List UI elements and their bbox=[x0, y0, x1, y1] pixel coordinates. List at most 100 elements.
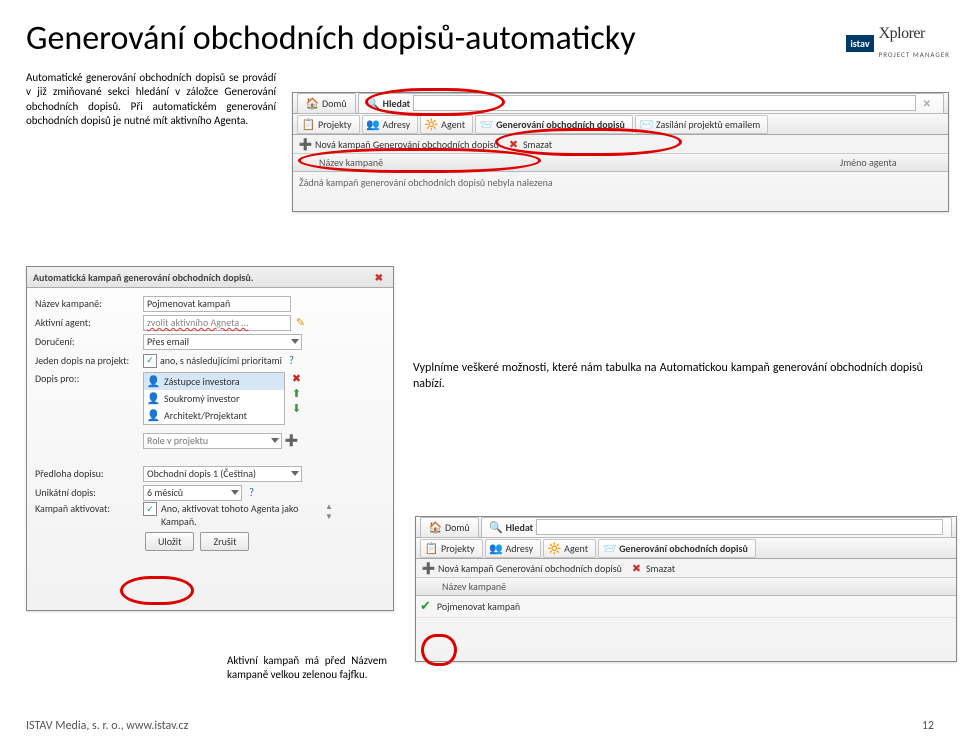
checkmark-icon: ✔ bbox=[420, 599, 431, 614]
toolbar-projekty[interactable]: 📋Projekty bbox=[420, 539, 483, 558]
select-unikatni[interactable]: 6 měsíců bbox=[143, 485, 242, 501]
label-aktivovat: Kampaň aktivovat: bbox=[35, 502, 143, 515]
label-predloha: Předloha dopisu: bbox=[35, 467, 143, 480]
toolbar-adresy[interactable]: 👥Adresy bbox=[485, 539, 542, 558]
bot-subbar: ➕Nová kampaň Generování obchodních dopis… bbox=[416, 559, 956, 578]
checkbox-jeden[interactable]: ✓ bbox=[143, 354, 157, 368]
col-nazev: Název kampaně bbox=[315, 156, 836, 169]
toolbar-generovani[interactable]: 📨Generování obchodních dopisů bbox=[475, 115, 633, 134]
agent-icon: 🔆 bbox=[548, 542, 561, 555]
select-doruceni[interactable]: Přes email bbox=[143, 334, 302, 350]
top-table-header: Název kampaně Jméno agenta bbox=[293, 154, 948, 172]
listbox-dopispro[interactable]: 👤Zástupce investora 👤Soukromý investor 👤… bbox=[143, 372, 285, 425]
move-up-icon[interactable]: ⬆ bbox=[290, 387, 303, 400]
list-item[interactable]: 👤Architekt/Projektant bbox=[144, 407, 284, 424]
toolbar-adresy[interactable]: 👥Adresy bbox=[362, 115, 419, 134]
search-input[interactable] bbox=[536, 519, 943, 535]
top-panel: 🏠Domů 🔍Hledat✕ 📋Projekty 👥Adresy 🔆Agent … bbox=[292, 92, 949, 212]
edit-icon[interactable]: ✎ bbox=[294, 316, 307, 329]
brand-logo: istav Xplorer PROJECT MANAGER bbox=[846, 24, 950, 62]
toolbar-agent[interactable]: 🔆Agent bbox=[420, 115, 473, 134]
label-jeden: Jeden dopis na projekt: bbox=[35, 354, 143, 367]
projects-icon: 📋 bbox=[425, 542, 438, 555]
save-button[interactable]: Uložit bbox=[145, 532, 194, 551]
col-agent: Jméno agenta bbox=[836, 156, 944, 169]
tab-search[interactable]: 🔍Hledat bbox=[481, 517, 952, 538]
bottom-panel: 🏠Domů 🔍Hledat 📋Projekty 👥Adresy 🔆Agent 📨… bbox=[415, 516, 957, 662]
input-agent[interactable]: zvolit aktivního Agneta … bbox=[143, 315, 291, 331]
delete-button[interactable]: ✖Smazat bbox=[505, 137, 554, 152]
input-nazev[interactable]: Pojmenovat kampaň bbox=[143, 296, 291, 312]
bot-table-header: Název kampaně bbox=[416, 578, 956, 596]
clear-search-icon[interactable]: ✕ bbox=[919, 97, 935, 110]
move-down-icon[interactable]: ⬇ bbox=[290, 402, 303, 415]
row-name: Pojmenovat kampaň bbox=[437, 600, 520, 613]
mail-send-icon: ✉️ bbox=[640, 118, 653, 131]
agent-icon: 🔆 bbox=[425, 118, 438, 131]
address-icon: 👥 bbox=[490, 542, 503, 555]
new-campaign-button[interactable]: ➕Nová kampaň Generování obchodních dopis… bbox=[297, 137, 501, 152]
brand-sub: PROJECT MANAGER bbox=[879, 50, 950, 59]
add-role-icon[interactable]: ➕ bbox=[285, 434, 298, 447]
remove-icon[interactable]: ✖ bbox=[290, 372, 303, 385]
tab-home[interactable]: 🏠Domů bbox=[297, 93, 356, 114]
person-icon: 👤 bbox=[147, 392, 160, 405]
close-icon[interactable]: ✖ bbox=[371, 271, 387, 284]
help-icon[interactable]: ? bbox=[285, 354, 298, 367]
bot-tabbar: 🏠Domů 🔍Hledat bbox=[416, 517, 956, 538]
delete-button[interactable]: ✖Smazat bbox=[628, 561, 677, 576]
bottom-text: Aktivní kampaň má před Názvem kampaně ve… bbox=[227, 654, 387, 683]
delete-icon: ✖ bbox=[507, 138, 520, 151]
tab-home[interactable]: 🏠Domů bbox=[420, 517, 479, 538]
table-row[interactable]: ✔ Pojmenovat kampaň bbox=[416, 596, 956, 618]
brand-name: Xplorer bbox=[879, 25, 925, 42]
footer-left: ISTAV Media, s. r. o., www.istav.cz bbox=[26, 719, 188, 733]
add-icon: ➕ bbox=[299, 138, 312, 151]
list-item[interactable]: 👤Zástupce investora bbox=[144, 373, 284, 390]
top-toolbar: 📋Projekty 👥Adresy 🔆Agent 📨Generování obc… bbox=[293, 114, 948, 135]
intro-text: Automatické generování obchodních dopisů… bbox=[26, 71, 276, 128]
home-icon: 🏠 bbox=[306, 97, 319, 110]
col-nazev: Název kampaně bbox=[438, 580, 952, 593]
address-icon: 👥 bbox=[367, 118, 380, 131]
select-predloha[interactable]: Obchodní dopis 1 (Čeština) bbox=[143, 466, 302, 482]
tab-search[interactable]: 🔍Hledat✕ bbox=[358, 93, 944, 114]
spin-down-icon[interactable]: ▼ bbox=[325, 512, 333, 522]
spin-up-icon[interactable]: ▲ bbox=[325, 502, 333, 512]
help-icon[interactable]: ? bbox=[245, 486, 258, 499]
toolbar-agent[interactable]: 🔆Agent bbox=[543, 539, 596, 558]
search-icon: 🔍 bbox=[367, 97, 380, 110]
label-nazev: Název kampaně: bbox=[35, 297, 143, 310]
label-dopispro: Dopis pro:: bbox=[35, 372, 143, 385]
label-unikatni: Unikátní dopis: bbox=[35, 486, 143, 499]
home-icon: 🏠 bbox=[429, 521, 442, 534]
top-tabbar: 🏠Domů 🔍Hledat✕ bbox=[293, 93, 948, 114]
toolbar-zasilani[interactable]: ✉️Zasílání projektů emailem bbox=[635, 115, 768, 134]
checkbox-aktivovat[interactable]: ✓ bbox=[143, 502, 157, 516]
new-campaign-button[interactable]: ➕Nová kampaň Generování obchodních dopis… bbox=[420, 561, 624, 576]
top-subbar: ➕Nová kampaň Generování obchodních dopis… bbox=[293, 135, 948, 154]
person-icon: 👤 bbox=[147, 375, 160, 388]
bot-toolbar: 📋Projekty 👥Adresy 🔆Agent 📨Generování obc… bbox=[416, 538, 956, 559]
search-input[interactable] bbox=[413, 95, 915, 111]
add-icon: ➕ bbox=[422, 562, 435, 575]
mid-text: Vyplníme veškeré možnosti, které nám tab… bbox=[413, 360, 923, 392]
list-item[interactable]: 👤Soukromý investor bbox=[144, 390, 284, 407]
page-title: Generování obchodních dopisů-automaticky bbox=[26, 18, 960, 59]
search-icon: 🔍 bbox=[490, 521, 503, 534]
label-doruceni: Doručení: bbox=[35, 335, 143, 348]
form-panel: Automatická kampaň generování obchodních… bbox=[26, 266, 394, 611]
empty-message: Žádná kampaň generování obchodních dopis… bbox=[293, 172, 948, 193]
select-role[interactable]: Role v projektu bbox=[143, 433, 282, 449]
person-icon: 👤 bbox=[147, 409, 160, 422]
mail-gen-icon: 📨 bbox=[603, 542, 616, 555]
delete-icon: ✖ bbox=[630, 562, 643, 575]
projects-icon: 📋 bbox=[302, 118, 315, 131]
footer-page-number: 12 bbox=[922, 719, 934, 733]
mail-gen-icon: 📨 bbox=[480, 118, 493, 131]
toolbar-projekty[interactable]: 📋Projekty bbox=[297, 115, 360, 134]
form-title: Automatická kampaň generování obchodních… bbox=[27, 267, 393, 288]
brand-badge: istav bbox=[846, 35, 873, 52]
toolbar-generovani[interactable]: 📨Generování obchodních dopisů bbox=[598, 539, 756, 558]
cancel-button[interactable]: Zrušit bbox=[200, 532, 249, 551]
